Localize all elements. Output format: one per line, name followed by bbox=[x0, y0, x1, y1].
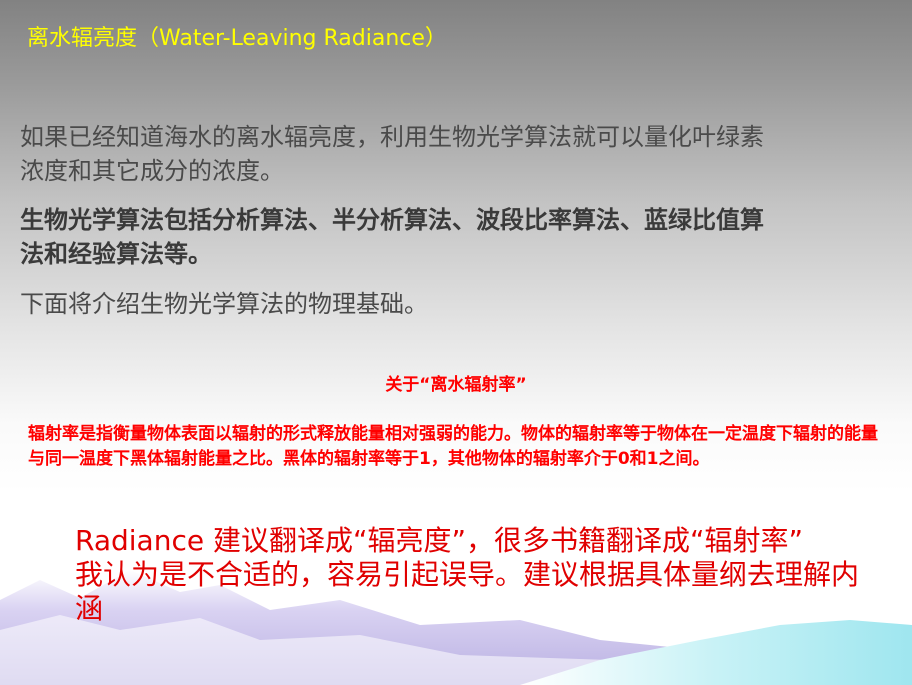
algorithms-paragraph: 生物光学算法包括分析算法、半分析算法、波段比率算法、蓝绿比值算法和经验算法等。 bbox=[20, 206, 764, 268]
next-topic-paragraph: 下面将介绍生物光学算法的物理基础。 bbox=[20, 290, 428, 318]
intro-paragraph: 如果已经知道海水的离水辐亮度，利用生物光学算法就可以量化叶绿素浓度和其它成分的浓… bbox=[20, 123, 764, 185]
translation-note: Radiance 建议翻译成“辐亮度”，很多书籍翻译成“辐射率” 我认为是不合适… bbox=[75, 524, 875, 626]
slide-title: 离水辐亮度（Water-Leaving Radiance） bbox=[27, 26, 447, 51]
slide: 离水辐亮度（Water-Leaving Radiance） 如果已经知道海水的离… bbox=[0, 0, 912, 685]
emissivity-heading: 关于“离水辐射率” bbox=[385, 375, 527, 395]
emissivity-definition: 辐射率是指衡量物体表面以辐射的形式释放能量相对强弱的能力。物体的辐射率等于物体在… bbox=[28, 424, 878, 469]
translation-note-line-1: Radiance 建议翻译成“辐亮度”，很多书籍翻译成“辐射率” bbox=[75, 524, 804, 557]
translation-note-line-2: 我认为是不合适的，容易引起误导。建议根据具体量纲去理解内涵 bbox=[75, 558, 860, 625]
